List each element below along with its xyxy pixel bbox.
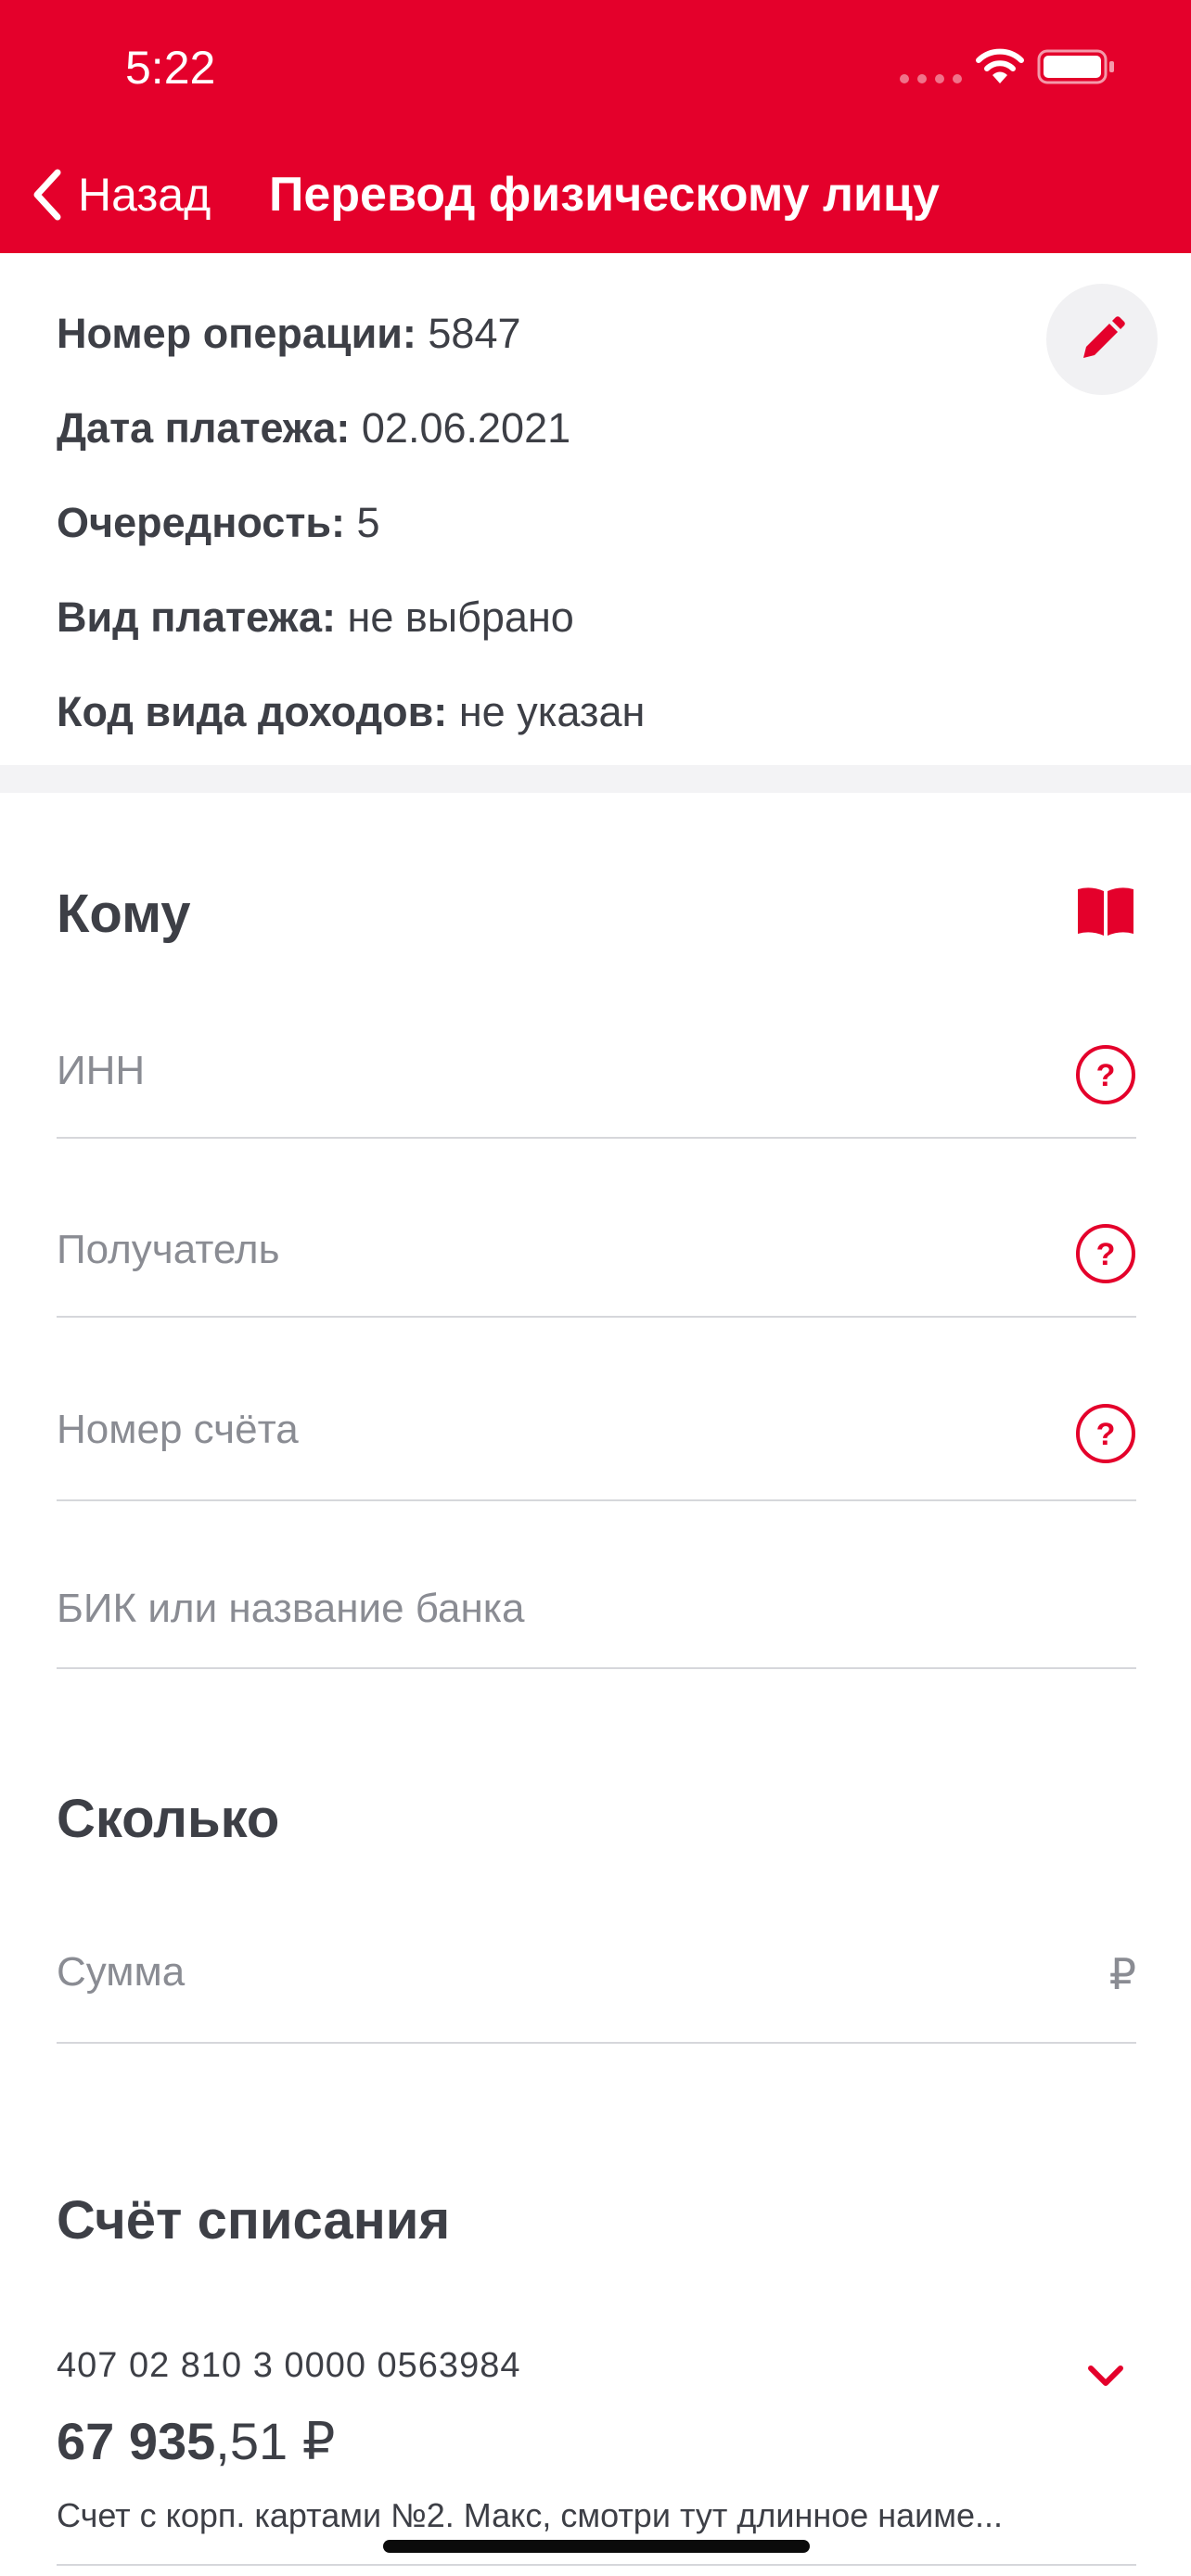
balance-fraction: ,51 ₽: [215, 2412, 336, 2470]
edit-button[interactable]: [1046, 284, 1158, 395]
chevron-down-icon[interactable]: [1087, 2363, 1124, 2389]
payment-date-label: Дата платежа:: [57, 404, 351, 452]
svg-text:?: ?: [1096, 1237, 1116, 1272]
currency-sign: ₽: [1108, 1950, 1136, 1998]
payment-date-value: 02.06.2021: [361, 404, 571, 452]
amount-placeholder: Сумма: [57, 1949, 186, 1995]
svg-text:?: ?: [1096, 1058, 1116, 1093]
home-indicator[interactable]: [383, 2540, 810, 2553]
account-description: Счет с корп. картами №2. Макс, смотри ту…: [57, 2496, 1004, 2534]
battery-icon: [1037, 49, 1114, 84]
question-circle-icon[interactable]: ?: [1075, 1223, 1136, 1284]
question-circle-icon[interactable]: ?: [1075, 1044, 1136, 1105]
priority-label: Очередность:: [57, 499, 346, 546]
svg-text:?: ?: [1096, 1417, 1116, 1452]
income-code-value: не указан: [458, 688, 646, 735]
account-number-placeholder: Номер счёта: [57, 1407, 299, 1452]
chevron-left-icon: [33, 169, 61, 221]
inn-field[interactable]: ИНН ?: [57, 1029, 1136, 1139]
back-label: Назад: [78, 169, 211, 221]
cellular-signal-icon: [900, 74, 962, 83]
balance-integer: 67 935: [57, 2412, 216, 2470]
operation-number-label: Номер операции:: [57, 310, 416, 357]
page-title: Перевод физическому лицу: [269, 168, 940, 222]
payment-type-row: Вид платежа: не выбрано: [57, 585, 574, 650]
question-circle-icon[interactable]: ?: [1075, 1403, 1136, 1464]
book-icon[interactable]: [1076, 886, 1135, 937]
header-bar: 5:22 Назад Перевод физическому лицу: [0, 0, 1191, 253]
amount-section-title: Сколько: [57, 1789, 280, 1849]
debit-section-title: Счёт списания: [57, 2190, 451, 2251]
amount-field[interactable]: Сумма ₽: [57, 1938, 1136, 2044]
recipient-field[interactable]: Получатель ?: [57, 1208, 1136, 1318]
bank-placeholder: БИК или название банка: [57, 1586, 525, 1631]
operation-number-value: 5847: [428, 310, 521, 357]
income-code-label: Код вида доходов:: [57, 688, 448, 735]
payment-type-label: Вид платежа:: [57, 593, 336, 641]
recipient-placeholder: Получатель: [57, 1227, 280, 1272]
wifi-icon: [976, 48, 1024, 83]
section-divider: [0, 765, 1191, 793]
account-balance: 67 935,51 ₽: [57, 2411, 335, 2472]
account-number: 407 02 810 3 0000 0563984: [57, 2346, 521, 2385]
inn-placeholder: ИНН: [57, 1048, 146, 1093]
bank-field[interactable]: БИК или название банка: [57, 1567, 1136, 1669]
payment-type-value: не выбрано: [347, 593, 574, 641]
back-button[interactable]: Назад: [32, 158, 211, 232]
pencil-icon: [1083, 316, 1125, 358]
to-section-title: Кому: [57, 884, 191, 944]
payment-date-row: Дата платежа: 02.06.2021: [57, 396, 570, 461]
account-divider: [57, 2564, 1136, 2566]
operation-number-row: Номер операции: 5847: [57, 301, 521, 366]
account-number-field[interactable]: Номер счёта ?: [57, 1388, 1136, 1501]
income-code-row: Код вида доходов: не указан: [57, 680, 645, 745]
status-time: 5:22: [125, 42, 216, 94]
priority-value: 5: [356, 499, 380, 546]
priority-row: Очередность: 5: [57, 491, 380, 555]
